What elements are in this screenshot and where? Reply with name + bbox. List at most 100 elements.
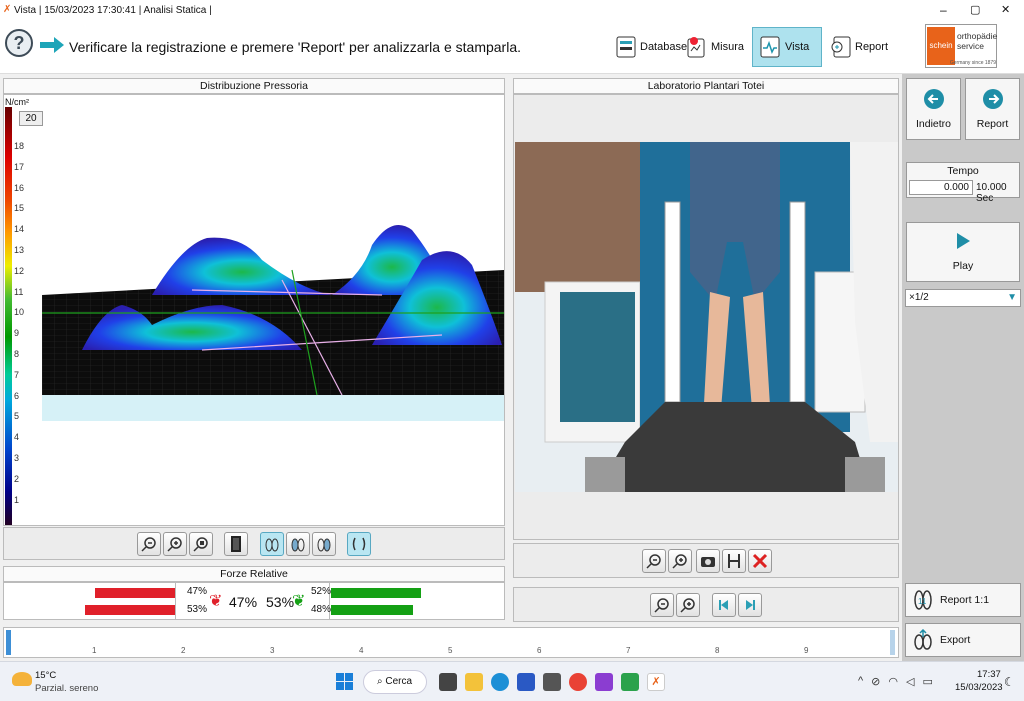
tab-database[interactable]: Database	[615, 34, 687, 60]
tab-vista[interactable]: Vista	[752, 27, 822, 67]
zoom-fit-button[interactable]	[189, 532, 213, 556]
step-forward-button[interactable]	[738, 593, 762, 617]
timeline-zoom-out-button[interactable]	[650, 593, 674, 617]
timeline-tick: 6	[537, 646, 542, 655]
battery-icon[interactable]: ▭	[922, 675, 932, 688]
clock-date: 15/03/2023	[955, 682, 1003, 693]
window-title: Vista | 15/03/2023 17:30:41 | Analisi St…	[14, 5, 212, 16]
video-zoom-in-button[interactable]	[668, 549, 692, 573]
scale-label: 2	[14, 473, 20, 484]
tab-misura[interactable]: Misura	[686, 34, 744, 60]
close-button[interactable]: ✕	[1001, 3, 1010, 16]
scale-label: 12	[14, 265, 25, 276]
plot-base	[42, 395, 504, 421]
network-icon[interactable]: ⊘	[871, 675, 880, 688]
database-icon	[616, 36, 636, 58]
start-icon[interactable]	[336, 673, 353, 690]
tab-database-label: Database	[640, 41, 688, 53]
mirror	[560, 292, 635, 422]
scale-label: 15	[14, 203, 25, 214]
left-top-percent: 47%	[187, 586, 208, 597]
video-panel	[513, 94, 899, 540]
footprint-view-button[interactable]	[347, 532, 371, 556]
zoom-in-button[interactable]	[163, 532, 187, 556]
vista-app-icon[interactable]: ✗	[647, 673, 665, 691]
delete-button[interactable]	[748, 549, 772, 573]
timeline-tick: 9	[804, 646, 809, 655]
report-1-1-button[interactable]: 11 Report 1:1	[905, 583, 1021, 617]
timeline-tick: 5	[448, 646, 453, 655]
right-bottom-percent: 48%	[311, 604, 332, 615]
timeline-zoom-in-button[interactable]	[676, 593, 700, 617]
wifi-icon[interactable]: ◠	[888, 675, 898, 688]
zoom-fit-icon	[193, 537, 208, 552]
volume-icon[interactable]: ◁	[906, 675, 914, 688]
tab-vista-label: Vista	[785, 41, 810, 53]
zoom-out-icon	[654, 598, 669, 613]
speed-select-value: ×1/2	[909, 292, 929, 303]
search-icon: ⌕	[377, 676, 383, 687]
notification-icon[interactable]: ☾	[1004, 675, 1015, 689]
taskbar: 15°C Parzial. sereno ⌕ Cerca ✗ ^ ⊘ ◠ ◁ ▭…	[0, 661, 1024, 701]
left-total-percent: 47%	[229, 594, 258, 610]
view-right-foot-button[interactable]	[312, 532, 336, 556]
chrome-icon[interactable]	[569, 673, 587, 691]
chevron-up-icon[interactable]: ^	[858, 675, 863, 688]
snapshot-button[interactable]	[696, 549, 720, 573]
ruler-icon	[728, 554, 740, 568]
maximize-button[interactable]: ▢	[970, 3, 980, 16]
color-scale-bar	[5, 107, 12, 525]
wall-painting	[515, 142, 640, 292]
weather-desc: Parzial. sereno	[35, 683, 99, 694]
taskbar-apps: ✗	[435, 673, 669, 691]
measure-tool-button[interactable]	[722, 549, 746, 573]
pressure-unit: N/cm²	[5, 97, 29, 107]
view-left-foot-button[interactable]	[286, 532, 310, 556]
task-view-icon[interactable]	[439, 673, 457, 691]
media-icon[interactable]	[595, 673, 613, 691]
back-button[interactable]: Indietro	[906, 78, 961, 140]
timeline[interactable]: 1 2 3 4 5 6 7 8 9	[3, 627, 899, 658]
toolbar: ? Verificare la registrazione e premere …	[0, 22, 1024, 74]
right-top-force-bar	[331, 588, 421, 598]
tab-misura-label: Misura	[711, 41, 745, 53]
right-top-percent: 52%	[311, 586, 332, 597]
store-icon[interactable]	[517, 673, 535, 691]
play-button-label: Play	[952, 260, 974, 272]
zoom-out-icon	[141, 537, 156, 552]
zoom-out-button[interactable]	[137, 532, 161, 556]
playback-toolbar	[513, 587, 899, 622]
right-total-percent: 53%	[266, 594, 295, 610]
minimize-button[interactable]: –	[940, 3, 947, 17]
system-tray: ^ ⊘ ◠ ◁ ▭	[858, 675, 933, 688]
color-map-button[interactable]	[224, 532, 248, 556]
pressure-peak	[152, 237, 332, 295]
step-forward-icon	[746, 600, 755, 610]
report-button[interactable]: Report	[965, 78, 1020, 140]
side-panel: Indietro Report Tempo 0.000 10.000 Sec P…	[902, 74, 1024, 661]
app-icon[interactable]	[621, 673, 639, 691]
delete-icon	[752, 553, 768, 569]
file-explorer-icon[interactable]	[465, 673, 483, 691]
camera-icon	[701, 557, 715, 567]
speed-select[interactable]: ×1/2 ▼	[905, 289, 1021, 307]
scale-label: 4	[14, 432, 20, 443]
help-button[interactable]: ?	[5, 29, 33, 57]
foot-left-icon	[291, 538, 305, 552]
play-button[interactable]: Play	[906, 222, 1020, 282]
tempo-current-field[interactable]: 0.000	[909, 180, 973, 195]
app-icon[interactable]	[543, 673, 561, 691]
video-frame	[515, 142, 898, 492]
feet-icon	[265, 538, 279, 552]
tab-report[interactable]: Report	[830, 34, 888, 60]
vista-icon	[760, 36, 780, 58]
edge-icon[interactable]	[491, 673, 509, 691]
search-box[interactable]: ⌕ Cerca	[363, 670, 427, 694]
step-back-button[interactable]	[712, 593, 736, 617]
video-zoom-out-button[interactable]	[642, 549, 666, 573]
view-both-feet-button[interactable]	[260, 532, 284, 556]
scale-max-input[interactable]: 20	[19, 111, 43, 126]
export-button[interactable]: Export	[905, 623, 1021, 657]
pressure-3d-plot	[42, 225, 504, 421]
title-bar: ✗ Vista | 15/03/2023 17:30:41 | Analisi …	[0, 0, 1024, 22]
